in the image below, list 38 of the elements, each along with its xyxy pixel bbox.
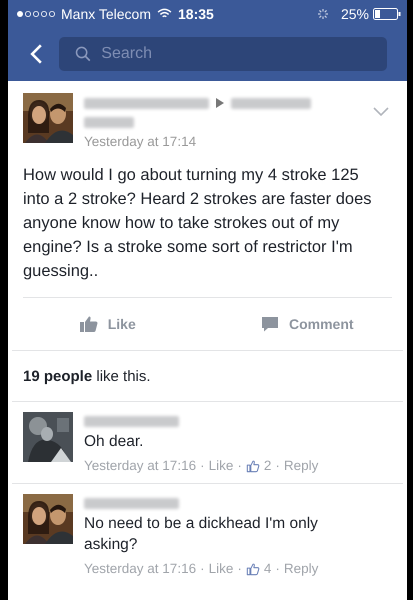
comment-action-link[interactable]: Reply [284, 458, 318, 473]
search-bar[interactable]: Search [59, 37, 387, 71]
comment-action-link[interactable]: Reply [284, 561, 318, 576]
separator-dot: · [200, 561, 205, 576]
signal-icon [15, 10, 57, 18]
like-count: 4 [264, 561, 272, 576]
separator-dot: · [237, 458, 242, 473]
post-time: Yesterday at 17:14 [84, 134, 198, 149]
separator-dot: · [275, 458, 280, 473]
like-button[interactable]: Like [8, 298, 208, 350]
battery-percent: 25% [340, 6, 369, 22]
clock-time: 18:35 [178, 6, 214, 22]
likes-summary: 19 people like this. [23, 368, 151, 384]
speech-bubble-icon [260, 316, 279, 332]
separator-dot: · [200, 458, 205, 473]
separator-dot: · [275, 561, 280, 576]
wifi-icon [157, 8, 172, 19]
loading-icon [316, 8, 329, 20]
comment-button[interactable]: Comment [208, 298, 407, 350]
thumbs-up-icon [80, 316, 98, 332]
comment-text: Oh dear. [84, 432, 144, 452]
thumbs-up-icon [246, 458, 260, 472]
search-icon [75, 45, 92, 63]
comment-text: No need to be a dickhead I'm only asking? [84, 514, 319, 555]
thumbs-up-icon [246, 562, 260, 576]
triangle-icon [215, 97, 225, 109]
comment-action-link[interactable]: Like [208, 458, 234, 473]
separator-dot: · [237, 561, 242, 576]
like-count: 2 [264, 458, 272, 473]
comment-time: Yesterday at 17:16 [84, 561, 196, 576]
comment-action-link[interactable]: Like [208, 561, 234, 576]
redacted-name [84, 117, 134, 128]
carrier-name: Manx Telecom [61, 6, 152, 22]
battery-icon [373, 8, 401, 20]
search-field[interactable]: Search [99, 44, 375, 64]
back-icon[interactable] [30, 43, 43, 65]
comment-time: Yesterday at 17:16 [84, 458, 196, 473]
post-text: How would I go about turning my 4 stroke 125 into a 2 stroke? Heard 2 strokes are faster does anyone know how to take strokes out of my engine? Is a stroke some sort of restrictor I'm guessing.. [23, 165, 373, 282]
